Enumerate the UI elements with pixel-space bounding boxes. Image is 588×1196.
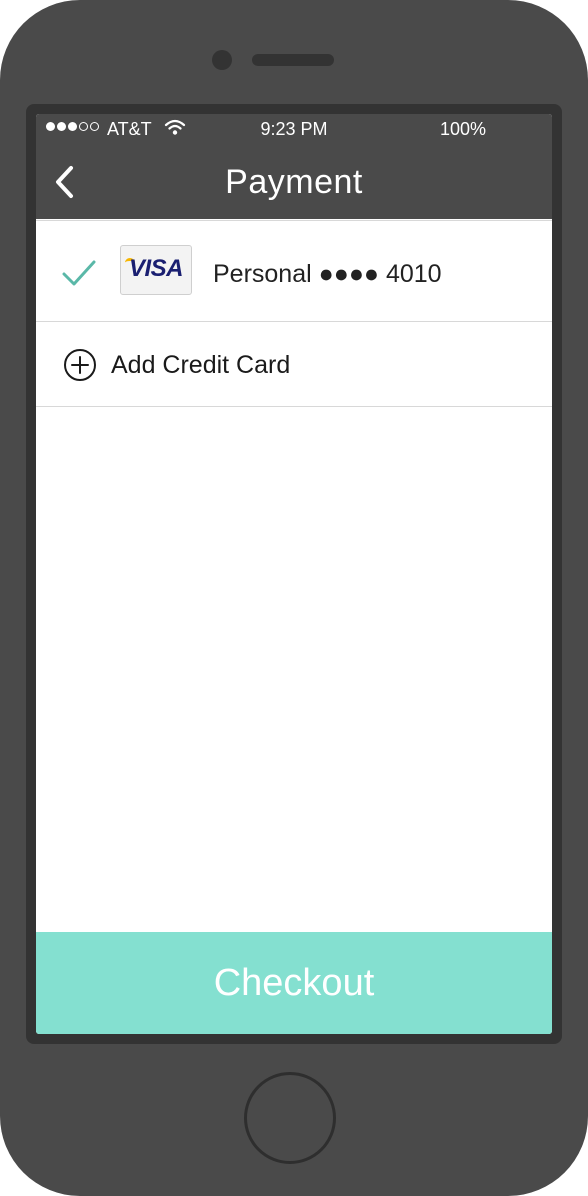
payment-method-row[interactable]: VISA Personal ●●●● 4010 [36, 220, 552, 322]
checkmark-icon [62, 260, 96, 286]
earpiece-speaker [252, 54, 334, 66]
checkout-button[interactable]: Checkout [36, 932, 552, 1034]
card-label: Personal ●●●● 4010 [213, 260, 442, 288]
app-screen: AT&T 9:23 PM 100% Payment VISA Personal … [36, 114, 552, 1034]
status-bar: AT&T 9:23 PM 100% [36, 114, 552, 144]
nav-header: AT&T 9:23 PM 100% Payment [36, 114, 552, 219]
phone-frame: AT&T 9:23 PM 100% Payment VISA Personal … [0, 0, 588, 1196]
battery-level: 100% [440, 119, 487, 139]
home-button[interactable] [244, 1072, 336, 1164]
plus-circle-icon [64, 349, 96, 381]
card-brand: VISA [128, 255, 184, 282]
page-title: Payment [225, 163, 363, 201]
visa-card-icon: VISA [120, 245, 192, 295]
camera-lens [212, 50, 232, 70]
add-credit-card-button[interactable]: Add Credit Card [36, 322, 552, 407]
add-credit-card-label: Add Credit Card [111, 351, 291, 379]
